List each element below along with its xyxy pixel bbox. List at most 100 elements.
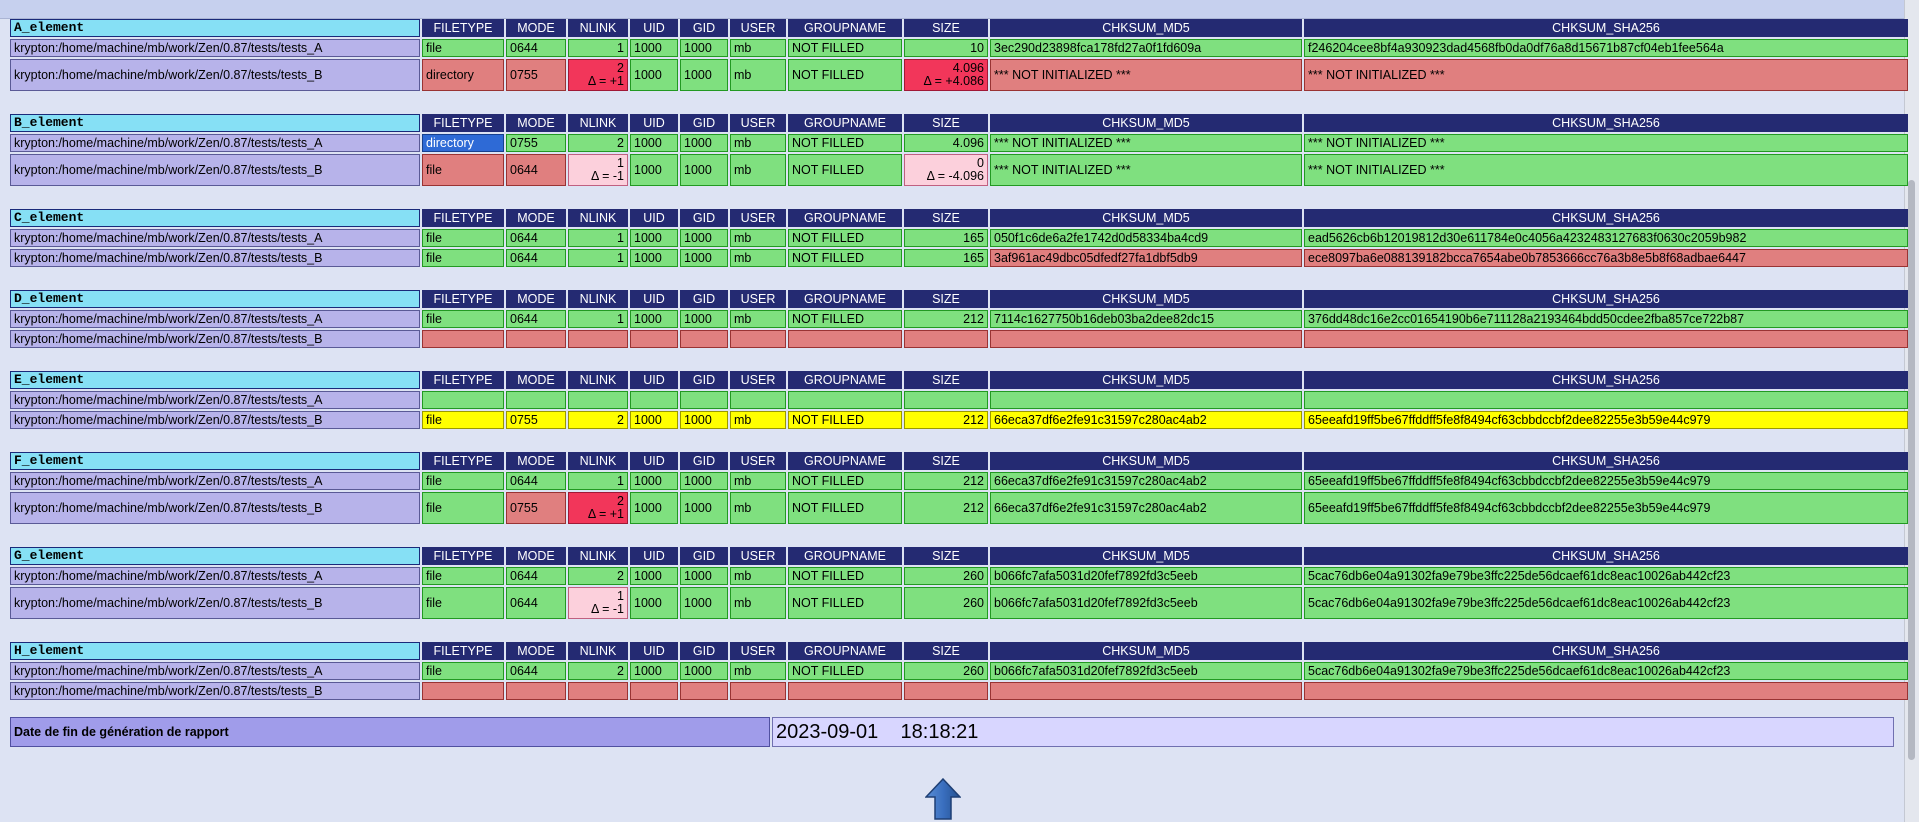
- sha256-cell: 65eeafd19ff5be67ffddff5fe8f8494cf63cbbdc…: [1304, 472, 1908, 490]
- user-cell: mb: [730, 587, 786, 619]
- column-header-filetype: FILETYPE: [422, 114, 504, 132]
- size-cell: 4.096: [904, 134, 988, 152]
- md5-cell: *** NOT INITIALIZED ***: [990, 154, 1302, 186]
- user-cell: mb: [730, 472, 786, 490]
- element-table: G_element FILETYPE MODE NLINK UID GID USER GROU…: [8, 545, 1910, 621]
- size-cell: 212: [904, 310, 988, 328]
- groupname-cell: NOT FILLED: [788, 492, 902, 524]
- nlink-cell: 2: [568, 134, 628, 152]
- md5-cell: [990, 391, 1302, 409]
- mode-cell: 0644: [506, 154, 566, 186]
- nlink-cell: 2: [568, 411, 628, 429]
- sha256-cell: [1304, 682, 1908, 700]
- filetype-cell: [422, 330, 504, 348]
- column-header-sha256: CHKSUM_SHA256: [1304, 452, 1908, 470]
- nlink-cell: 1: [568, 310, 628, 328]
- column-header-filetype: FILETYPE: [422, 209, 504, 227]
- element-header-row: D_element FILETYPE MODE NLINK UID GID USER GROU…: [10, 290, 1908, 308]
- user-cell: mb: [730, 249, 786, 267]
- column-header-groupname: GROUPNAME: [788, 642, 902, 660]
- sha256-cell: 376dd48dc16e2cc01654190b6e711128a2193464…: [1304, 310, 1908, 328]
- filetype-cell: file: [422, 662, 504, 680]
- report-footer: Date de fin de génération de rapport 2023…: [8, 715, 1896, 749]
- column-header-mode: MODE: [506, 547, 566, 565]
- element-name: A_element: [10, 19, 420, 37]
- user-cell: mb: [730, 492, 786, 524]
- column-header-sha256: CHKSUM_SHA256: [1304, 642, 1908, 660]
- uid-cell: 1000: [630, 567, 678, 585]
- column-header-groupname: GROUPNAME: [788, 19, 902, 37]
- column-header-size: SIZE: [904, 547, 988, 565]
- uid-cell: 1000: [630, 492, 678, 524]
- column-header-uid: UID: [630, 371, 678, 389]
- column-header-filetype: FILETYPE: [422, 547, 504, 565]
- mode-cell: [506, 682, 566, 700]
- column-header-size: SIZE: [904, 114, 988, 132]
- column-header-groupname: GROUPNAME: [788, 114, 902, 132]
- column-header-gid: GID: [680, 19, 728, 37]
- size-cell: [904, 682, 988, 700]
- path-cell: krypton:/home/machine/mb/work/Zen/0.87/t…: [10, 682, 420, 700]
- column-header-size: SIZE: [904, 209, 988, 227]
- column-header-md5: CHKSUM_MD5: [990, 114, 1302, 132]
- element-header-row: A_element FILETYPE MODE NLINK UID GID USER GROU…: [10, 19, 1908, 37]
- user-cell: mb: [730, 310, 786, 328]
- table-row: krypton:/home/machine/mb/work/Zen/0.87/t…: [10, 682, 1908, 700]
- column-header-size: SIZE: [904, 371, 988, 389]
- mode-cell: 0755: [506, 59, 566, 91]
- element-table: C_element FILETYPE MODE NLINK UID GID USER GROU…: [8, 207, 1910, 269]
- filetype-cell: directory: [422, 59, 504, 91]
- gid-cell: 1000: [680, 39, 728, 57]
- md5-cell: 66eca37df6e2fe91c31597c280ac4ab2: [990, 492, 1302, 524]
- uid-cell: 1000: [630, 249, 678, 267]
- size-cell: 260: [904, 662, 988, 680]
- groupname-cell: NOT FILLED: [788, 662, 902, 680]
- table-row: krypton:/home/machine/mb/work/Zen/0.87/t…: [10, 330, 1908, 348]
- column-header-mode: MODE: [506, 209, 566, 227]
- element-name: D_element: [10, 290, 420, 308]
- path-cell: krypton:/home/machine/mb/work/Zen/0.87/t…: [10, 330, 420, 348]
- user-cell: [730, 391, 786, 409]
- up-arrow-icon[interactable]: [925, 778, 961, 820]
- element-table: A_element FILETYPE MODE NLINK UID GID USER GROU…: [8, 17, 1910, 93]
- column-header-gid: GID: [680, 452, 728, 470]
- uid-cell: [630, 330, 678, 348]
- table-row: krypton:/home/machine/mb/work/Zen/0.87/t…: [10, 411, 1908, 429]
- column-header-sha256: CHKSUM_SHA256: [1304, 209, 1908, 227]
- column-header-gid: GID: [680, 642, 728, 660]
- element-name: F_element: [10, 452, 420, 470]
- sha256-cell: 65eeafd19ff5be67ffddff5fe8f8494cf63cbbdc…: [1304, 411, 1908, 429]
- column-header-mode: MODE: [506, 290, 566, 308]
- column-header-sha256: CHKSUM_SHA256: [1304, 19, 1908, 37]
- md5-cell: *** NOT INITIALIZED ***: [990, 134, 1302, 152]
- report-end-datetime: 2023-09-01 18:18:21: [772, 717, 1894, 747]
- nlink-cell: 1Δ = -1: [568, 154, 628, 186]
- filetype-cell: file: [422, 587, 504, 619]
- path-cell: krypton:/home/machine/mb/work/Zen/0.87/t…: [10, 59, 420, 91]
- element-header-row: B_element FILETYPE MODE NLINK UID GID USER GROU…: [10, 114, 1908, 132]
- element-table: E_element FILETYPE MODE NLINK UID GID USER GROU…: [8, 369, 1910, 431]
- element-header-row: C_element FILETYPE MODE NLINK UID GID USER GROU…: [10, 209, 1908, 227]
- column-header-user: USER: [730, 114, 786, 132]
- path-cell: krypton:/home/machine/mb/work/Zen/0.87/t…: [10, 472, 420, 490]
- user-cell: mb: [730, 59, 786, 91]
- column-header-filetype: FILETYPE: [422, 452, 504, 470]
- user-cell: [730, 330, 786, 348]
- user-cell: mb: [730, 134, 786, 152]
- delta-value: Δ = +1: [587, 74, 624, 88]
- comparison-report: A_element FILETYPE MODE NLINK UID GID USER GROU…: [8, 17, 1908, 749]
- sha256-cell: *** NOT INITIALIZED ***: [1304, 134, 1908, 152]
- path-cell: krypton:/home/machine/mb/work/Zen/0.87/t…: [10, 492, 420, 524]
- filetype-cell: file: [422, 39, 504, 57]
- column-header-gid: GID: [680, 290, 728, 308]
- mode-cell: 0644: [506, 249, 566, 267]
- uid-cell: 1000: [630, 587, 678, 619]
- filetype-cell: file: [422, 567, 504, 585]
- user-cell: mb: [730, 567, 786, 585]
- table-row: krypton:/home/machine/mb/work/Zen/0.87/t…: [10, 134, 1908, 152]
- user-cell: mb: [730, 662, 786, 680]
- mode-cell: 0755: [506, 134, 566, 152]
- path-cell: krypton:/home/machine/mb/work/Zen/0.87/t…: [10, 39, 420, 57]
- nlink-cell: [568, 330, 628, 348]
- nlink-cell: 2Δ = +1: [568, 492, 628, 524]
